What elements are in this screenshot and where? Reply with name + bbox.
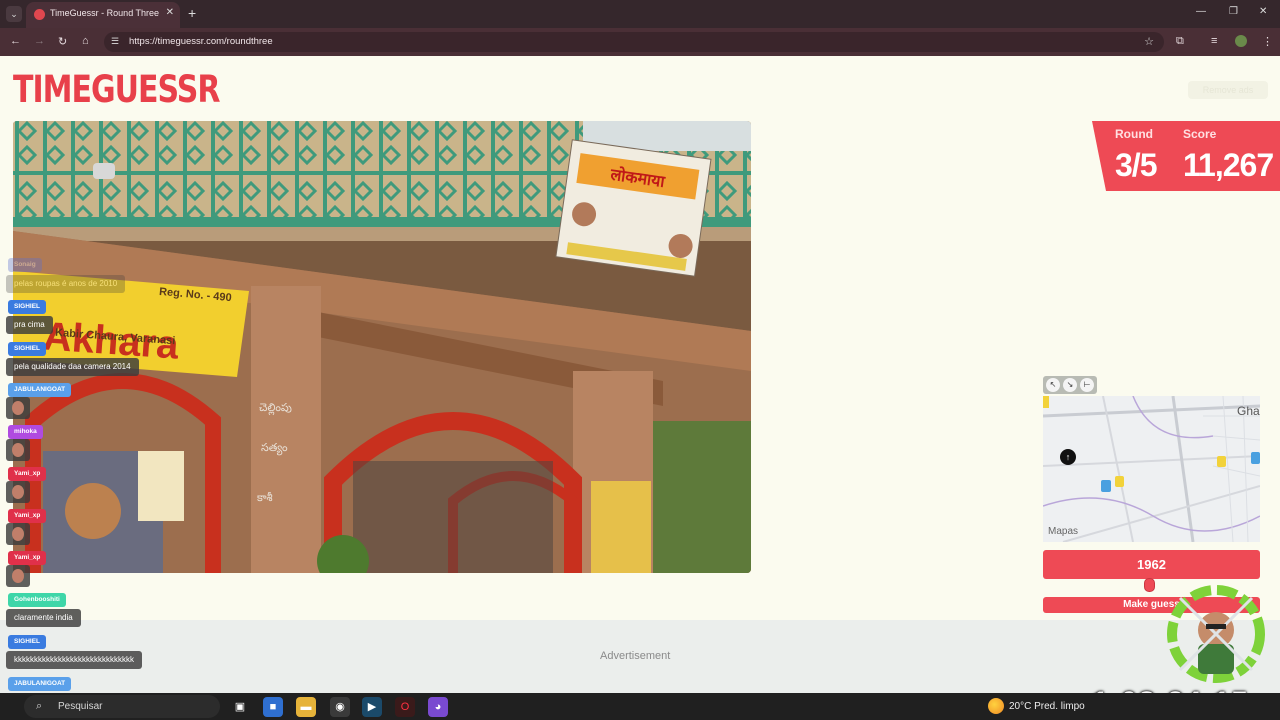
new-tab-icon[interactable]: + — [188, 5, 196, 21]
map-expand-icon[interactable]: ↖ — [1046, 378, 1060, 392]
map-toolbar: ↖ ↘ ⊢ — [1043, 376, 1097, 394]
round-value: 3/5 — [1115, 147, 1157, 183]
chat-message: pela qualidade daa camera 2014 — [6, 358, 139, 376]
chat-username: SIGHIEL — [8, 342, 47, 356]
menu-kebab-icon[interactable]: ⋮ — [1262, 35, 1273, 48]
chat-username: SIGHIEL — [8, 300, 47, 314]
streamer-mascot-logo — [1160, 578, 1272, 690]
chat-emote-icon — [6, 481, 30, 503]
chat-username: Yami_xp — [8, 509, 47, 523]
svg-text:చెల్లింపు: చెల్లింపు — [259, 401, 292, 416]
timeguessr-logo[interactable]: TIMEGUESSR — [13, 68, 220, 113]
chat-emote-icon — [6, 523, 30, 545]
chat-message: pelas roupas é anos de 2010 — [6, 275, 126, 293]
minimize-icon[interactable]: — — [1196, 6, 1206, 17]
browser-tab[interactable]: TimeGuessr - Round Three ✕ — [26, 2, 180, 28]
store-icon[interactable]: ■ — [263, 697, 283, 717]
profile-avatar[interactable] — [1235, 35, 1247, 47]
chat-emote-icon — [6, 397, 30, 419]
forward-icon[interactable]: → — [34, 35, 45, 47]
reload-icon[interactable]: ↻ — [58, 35, 67, 48]
year-slider-handle[interactable] — [1144, 578, 1155, 592]
task-view-icon[interactable]: ▣ — [230, 697, 250, 717]
svg-text:సత్యం: సత్యం — [261, 441, 288, 456]
chrome-icon[interactable]: ◉ — [330, 697, 350, 717]
url-text: https://timeguessr.com/roundthree — [129, 36, 273, 47]
chat-username: SIGHIEL — [8, 635, 47, 649]
site-info-icon[interactable]: ☰ — [111, 36, 119, 47]
chat-username: Yami_xp — [8, 467, 47, 481]
browser-tab-bar: ⌄ TimeGuessr - Round Three ✕ + — ❐ ✕ — [0, 0, 1280, 28]
address-bar[interactable]: ☰ https://timeguessr.com/roundthree ☆ — [104, 32, 1164, 52]
chat-username: JABULANIGOAT — [8, 383, 72, 397]
map-marker-icon[interactable]: ↑ — [1060, 449, 1076, 465]
guess-map[interactable] — [1043, 396, 1260, 542]
chat-emote-icon — [6, 565, 30, 587]
bookmark-star-icon[interactable]: ☆ — [1144, 35, 1154, 48]
round-photo: लोकमाया చెల్లింపు సత్యం కాశీ Akhara Reg.… — [13, 121, 751, 573]
chat-message: claramente india — [6, 609, 81, 627]
browser-toolbar: ← → ↻ ⌂ ☰ https://timeguessr.com/roundth… — [0, 28, 1280, 56]
score-panel: Round Score 3/5 11,267 — [1092, 121, 1280, 191]
chat-username: JABULANIGOAT — [8, 677, 72, 691]
score-label: Score — [1183, 127, 1217, 141]
map-place-label: Gha — [1237, 404, 1260, 418]
taskbar-search-placeholder: Pesquisar — [58, 701, 103, 712]
round-label: Round — [1115, 127, 1153, 141]
timeguessr-favicon-icon — [34, 9, 45, 20]
taskbar-search[interactable]: ⌕ Pesquisar — [24, 695, 220, 718]
chat-username: mihoka — [8, 425, 43, 439]
year-display: 1962 — [1043, 550, 1260, 579]
chat-message: kkkkkkkkkkkkkkkkkkkkkkkkkkkkkk — [6, 651, 142, 669]
weather-sun-icon[interactable] — [988, 698, 1004, 714]
remove-ads-button[interactable]: Remove ads — [1188, 81, 1268, 99]
score-value: 11,267 — [1183, 147, 1274, 183]
window-close-icon[interactable]: ✕ — [1259, 6, 1267, 17]
tab-search-button[interactable]: ⌄ — [6, 6, 22, 22]
home-icon[interactable]: ⌂ — [82, 35, 89, 47]
map-pin-toggle-icon[interactable]: ⊢ — [1080, 378, 1094, 392]
restore-icon[interactable]: ❐ — [1229, 6, 1238, 17]
file-explorer-icon[interactable]: ▬ — [296, 697, 316, 717]
chat-emote-icon — [6, 439, 30, 461]
opera-icon[interactable]: O — [395, 697, 415, 717]
chat-username: Gohenbooshiti — [8, 593, 66, 607]
terminal-icon[interactable]: ▶ — [362, 697, 382, 717]
advertisement-label: Advertisement — [600, 650, 671, 662]
back-icon[interactable]: ← — [10, 35, 21, 47]
extensions-icon[interactable]: ⧉ — [1176, 35, 1184, 48]
media-icon[interactable]: ≡ — [1211, 35, 1217, 47]
discord-icon[interactable]: ◕ — [428, 697, 448, 717]
svg-text:కాశీ: కాశీ — [257, 491, 273, 504]
chat-username: Sonaig — [8, 258, 42, 272]
windows-taskbar: ⌕ Pesquisar ▣ ■ ▬ ◉ ▶ O ◕ — [0, 693, 1280, 720]
tab-close-icon[interactable]: ✕ — [166, 7, 174, 18]
map-attribution: Mapas — [1048, 526, 1079, 537]
chat-username: Yami_xp — [8, 551, 47, 565]
taskbar-weather[interactable]: 20°C Pred. limpo — [1009, 701, 1085, 712]
search-icon: ⌕ — [36, 700, 43, 712]
chat-message: pra cima — [6, 316, 53, 334]
map-shrink-icon[interactable]: ↘ — [1063, 378, 1077, 392]
tab-title: TimeGuessr - Round Three — [50, 8, 160, 18]
